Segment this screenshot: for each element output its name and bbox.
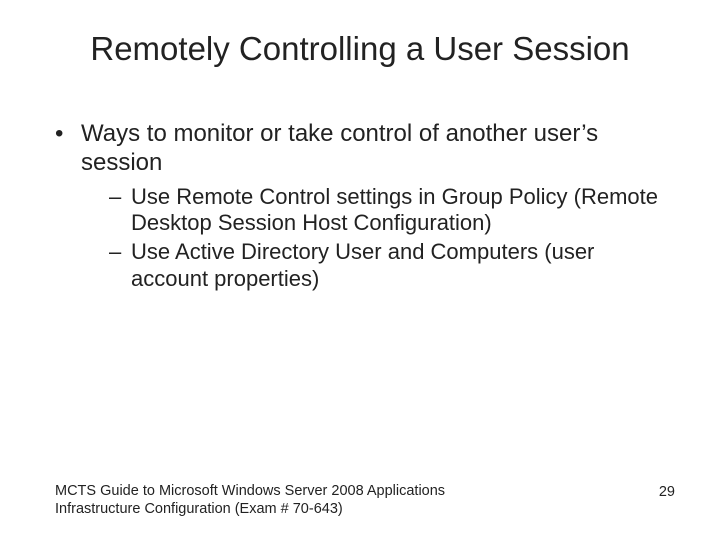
slide-title: Remotely Controlling a User Session — [0, 30, 720, 68]
sub-bullet-text: Use Active Directory User and Computers … — [131, 239, 594, 291]
footer-text: MCTS Guide to Microsoft Windows Server 2… — [55, 482, 485, 518]
sub-bullet-text: Use Remote Control settings in Group Pol… — [131, 184, 658, 236]
sub-bullet-item: Use Remote Control settings in Group Pol… — [109, 184, 675, 238]
sub-bullet-list: Use Remote Control settings in Group Pol… — [81, 184, 675, 293]
slide-footer: MCTS Guide to Microsoft Windows Server 2… — [55, 482, 675, 518]
bullet-list: Ways to monitor or take control of anoth… — [55, 120, 675, 293]
bullet-text: Ways to monitor or take control of anoth… — [81, 120, 598, 176]
page-number: 29 — [659, 482, 675, 501]
slide-body: Ways to monitor or take control of anoth… — [55, 120, 675, 301]
sub-bullet-item: Use Active Directory User and Computers … — [109, 239, 675, 293]
bullet-item: Ways to monitor or take control of anoth… — [55, 120, 675, 293]
slide: Remotely Controlling a User Session Ways… — [0, 0, 720, 540]
